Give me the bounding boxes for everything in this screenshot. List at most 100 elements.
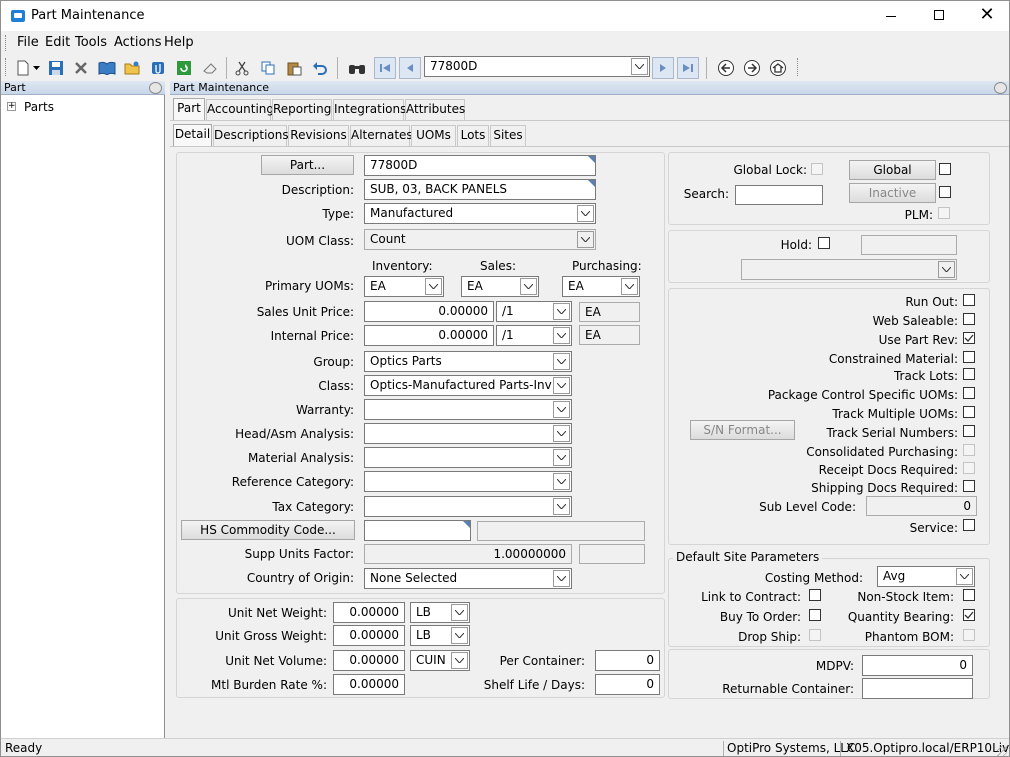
description-field[interactable]: SUB, 03, BACK PANELS bbox=[364, 179, 596, 200]
shipping-docs-required-checkbox[interactable] bbox=[963, 480, 975, 492]
mdpv-field[interactable]: 0 bbox=[862, 655, 973, 676]
service-checkbox[interactable] bbox=[963, 519, 975, 531]
reference-category-select[interactable] bbox=[364, 471, 572, 492]
sales-unit-price-field[interactable]: 0.00000 bbox=[364, 301, 494, 322]
per-container-field[interactable]: 0 bbox=[595, 650, 660, 671]
subtab-descriptions[interactable]: Descriptions bbox=[213, 125, 289, 146]
gross-weight-uom-select[interactable]: LB bbox=[410, 625, 470, 646]
track-lots-checkbox[interactable] bbox=[963, 368, 975, 380]
chevron-down-icon[interactable] bbox=[451, 652, 468, 669]
chevron-down-icon[interactable] bbox=[577, 205, 594, 222]
non-stock-checkbox[interactable] bbox=[963, 589, 975, 601]
type-select[interactable]: Manufactured bbox=[364, 203, 596, 224]
chevron-down-icon[interactable] bbox=[425, 278, 442, 295]
tab-attributes[interactable]: Attributes bbox=[405, 99, 465, 120]
next-record-icon[interactable] bbox=[652, 57, 674, 79]
chevron-down-icon[interactable] bbox=[520, 278, 537, 295]
back-arrow-icon[interactable] bbox=[715, 57, 737, 79]
last-record-icon[interactable] bbox=[677, 57, 699, 79]
sales-per-select[interactable]: /1 bbox=[496, 301, 572, 322]
tab-accounting[interactable]: Accounting bbox=[206, 99, 274, 120]
sales-uom-select[interactable]: EA bbox=[461, 276, 539, 297]
undo-icon[interactable] bbox=[309, 57, 331, 79]
chevron-down-icon[interactable] bbox=[553, 377, 570, 394]
tax-category-select[interactable] bbox=[364, 496, 572, 517]
track-multiple-uoms-checkbox[interactable] bbox=[963, 406, 975, 418]
inventory-uom-select[interactable]: EA bbox=[364, 276, 444, 297]
unit-gross-weight-field[interactable]: 0.00000 bbox=[333, 625, 405, 646]
chevron-down-icon[interactable] bbox=[553, 449, 570, 466]
chevron-down-icon[interactable] bbox=[631, 58, 648, 75]
part-number-field[interactable]: 77800D bbox=[364, 155, 596, 176]
inactive-button[interactable]: Inactive bbox=[849, 183, 936, 203]
chevron-down-icon[interactable] bbox=[553, 473, 570, 490]
material-analysis-select[interactable] bbox=[364, 447, 572, 468]
chevron-down-icon[interactable] bbox=[451, 627, 468, 644]
chevron-down-icon[interactable] bbox=[553, 498, 570, 515]
head-asm-select[interactable] bbox=[364, 423, 572, 444]
eraser-icon[interactable] bbox=[199, 57, 221, 79]
search-field[interactable] bbox=[735, 185, 823, 205]
quantity-bearing-checkbox[interactable] bbox=[963, 609, 975, 621]
refresh-icon[interactable] bbox=[173, 57, 195, 79]
internal-per-select[interactable]: /1 bbox=[496, 325, 572, 346]
chevron-down-icon[interactable] bbox=[553, 425, 570, 442]
package-control-specific-uoms-checkbox[interactable] bbox=[963, 387, 975, 399]
open-folder-icon[interactable] bbox=[121, 57, 143, 79]
menu-tools[interactable]: Tools bbox=[75, 35, 107, 50]
subtab-revisions[interactable]: Revisions bbox=[288, 125, 349, 146]
chevron-down-icon[interactable] bbox=[553, 303, 570, 320]
left-panel-pin-icon[interactable] bbox=[149, 82, 162, 94]
costing-method-select[interactable]: Avg bbox=[877, 566, 975, 587]
part-button[interactable]: Part... bbox=[261, 155, 354, 175]
subtab-sites[interactable]: Sites bbox=[490, 125, 526, 146]
chevron-down-icon[interactable] bbox=[553, 327, 570, 344]
menu-actions[interactable]: Actions bbox=[114, 35, 162, 50]
mtl-burden-field[interactable]: 0.00000 bbox=[333, 674, 405, 695]
unit-net-weight-field[interactable]: 0.00000 bbox=[333, 602, 405, 623]
home-icon[interactable] bbox=[767, 57, 789, 79]
forward-arrow-icon[interactable] bbox=[741, 57, 763, 79]
paste-icon[interactable] bbox=[283, 57, 305, 79]
menu-edit[interactable]: Edit bbox=[45, 35, 70, 50]
net-weight-uom-select[interactable]: LB bbox=[410, 602, 470, 623]
hold-checkbox[interactable] bbox=[818, 237, 830, 249]
first-record-icon[interactable] bbox=[374, 57, 396, 79]
tree-expand-icon[interactable]: + bbox=[7, 102, 16, 111]
resize-grip[interactable] bbox=[997, 746, 1007, 756]
global-button[interactable]: Global bbox=[849, 160, 936, 180]
hs-commodity-field[interactable] bbox=[364, 520, 471, 541]
copy-icon[interactable] bbox=[257, 57, 279, 79]
inactive-checkbox[interactable] bbox=[939, 186, 951, 198]
tab-integrations[interactable]: Integrations bbox=[333, 99, 406, 120]
chevron-down-icon[interactable] bbox=[553, 401, 570, 418]
group-select[interactable]: Optics Parts bbox=[364, 351, 572, 372]
chevron-down-icon[interactable] bbox=[553, 570, 570, 587]
run-out-checkbox[interactable] bbox=[963, 294, 975, 306]
chevron-down-icon[interactable] bbox=[621, 278, 638, 295]
close-button[interactable]: ✕ bbox=[977, 5, 997, 25]
save-icon[interactable] bbox=[45, 57, 67, 79]
class-select[interactable]: Optics-Manufactured Parts-Inv bbox=[364, 375, 572, 396]
key-value-combo[interactable]: 77800D bbox=[424, 56, 650, 77]
chevron-down-icon[interactable] bbox=[451, 604, 468, 621]
constrained-material-checkbox[interactable] bbox=[963, 351, 975, 363]
previous-record-icon[interactable] bbox=[399, 57, 421, 79]
tab-reporting[interactable]: Reporting bbox=[272, 99, 332, 120]
global-checkbox[interactable] bbox=[939, 163, 951, 175]
menu-file[interactable]: File bbox=[17, 35, 39, 50]
menu-help[interactable]: Help bbox=[164, 35, 194, 50]
chevron-down-icon[interactable] bbox=[956, 568, 973, 585]
subtab-uoms[interactable]: UOMs bbox=[411, 125, 456, 146]
subtab-lots[interactable]: Lots bbox=[457, 125, 489, 146]
internal-price-field[interactable]: 0.00000 bbox=[364, 325, 494, 346]
purchasing-uom-select[interactable]: EA bbox=[562, 276, 640, 297]
search-binoculars-icon[interactable] bbox=[346, 57, 368, 79]
buy-to-order-checkbox[interactable] bbox=[809, 609, 821, 621]
main-panel-pin-icon[interactable] bbox=[994, 82, 1007, 94]
subtab-detail[interactable]: Detail bbox=[173, 124, 212, 146]
country-of-origin-select[interactable]: None Selected bbox=[364, 568, 572, 589]
use-part-rev-checkbox[interactable] bbox=[963, 332, 975, 344]
maximize-button[interactable] bbox=[929, 7, 949, 25]
returnable-container-field[interactable] bbox=[862, 678, 973, 699]
